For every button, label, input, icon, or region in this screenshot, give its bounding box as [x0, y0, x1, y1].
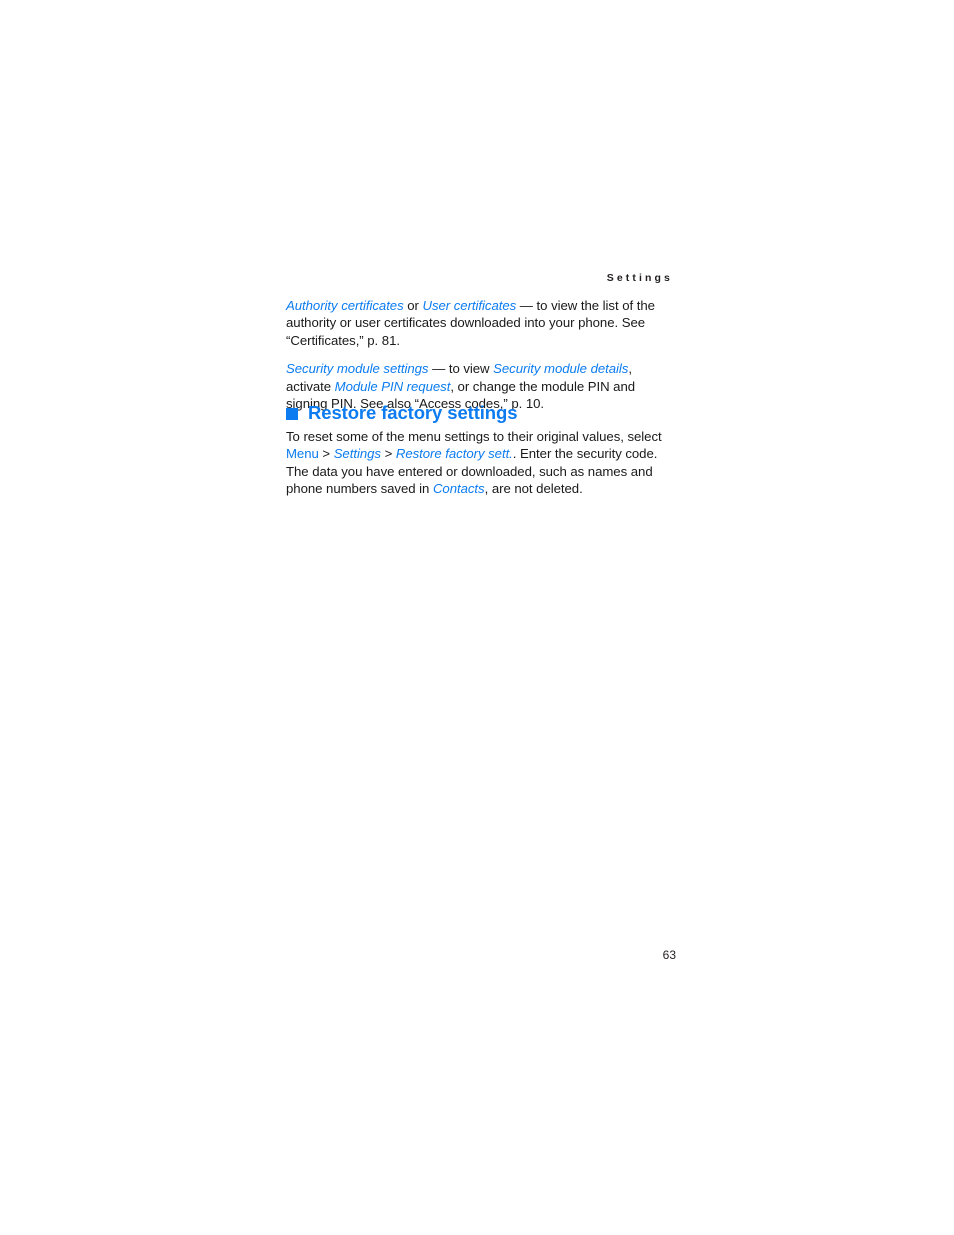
intro-text-column: Authority certificates or User certifica… [286, 297, 676, 412]
manual-page: Settings Authority certificates or User … [0, 0, 954, 1235]
inline-reference: Security module settings [286, 361, 429, 377]
inline-reference: Restore factory sett. [395, 446, 513, 462]
paragraph-certificates: Authority certificates or User certifica… [286, 298, 655, 348]
page-number: 63 [662, 948, 676, 962]
paragraph-restore-factory-settings: To reset some of the menu settings to th… [286, 429, 662, 497]
section-heading-restore-factory-settings: Restore factory settings [286, 403, 517, 423]
inline-reference: Settings [333, 446, 381, 462]
inline-reference: User certificates [422, 298, 517, 313]
section-title: Restore factory settings [308, 402, 518, 423]
inline-reference: Menu [286, 446, 319, 462]
running-head: Settings [606, 272, 673, 284]
square-bullet-icon [286, 408, 298, 420]
inline-reference: Module PIN request [334, 378, 451, 394]
inline-reference: Authority certificates [286, 298, 404, 313]
inline-reference: Security module details [493, 361, 629, 377]
inline-reference: Contacts [432, 481, 485, 497]
section-body-restore-factory-settings: To reset some of the menu settings to th… [286, 428, 678, 498]
